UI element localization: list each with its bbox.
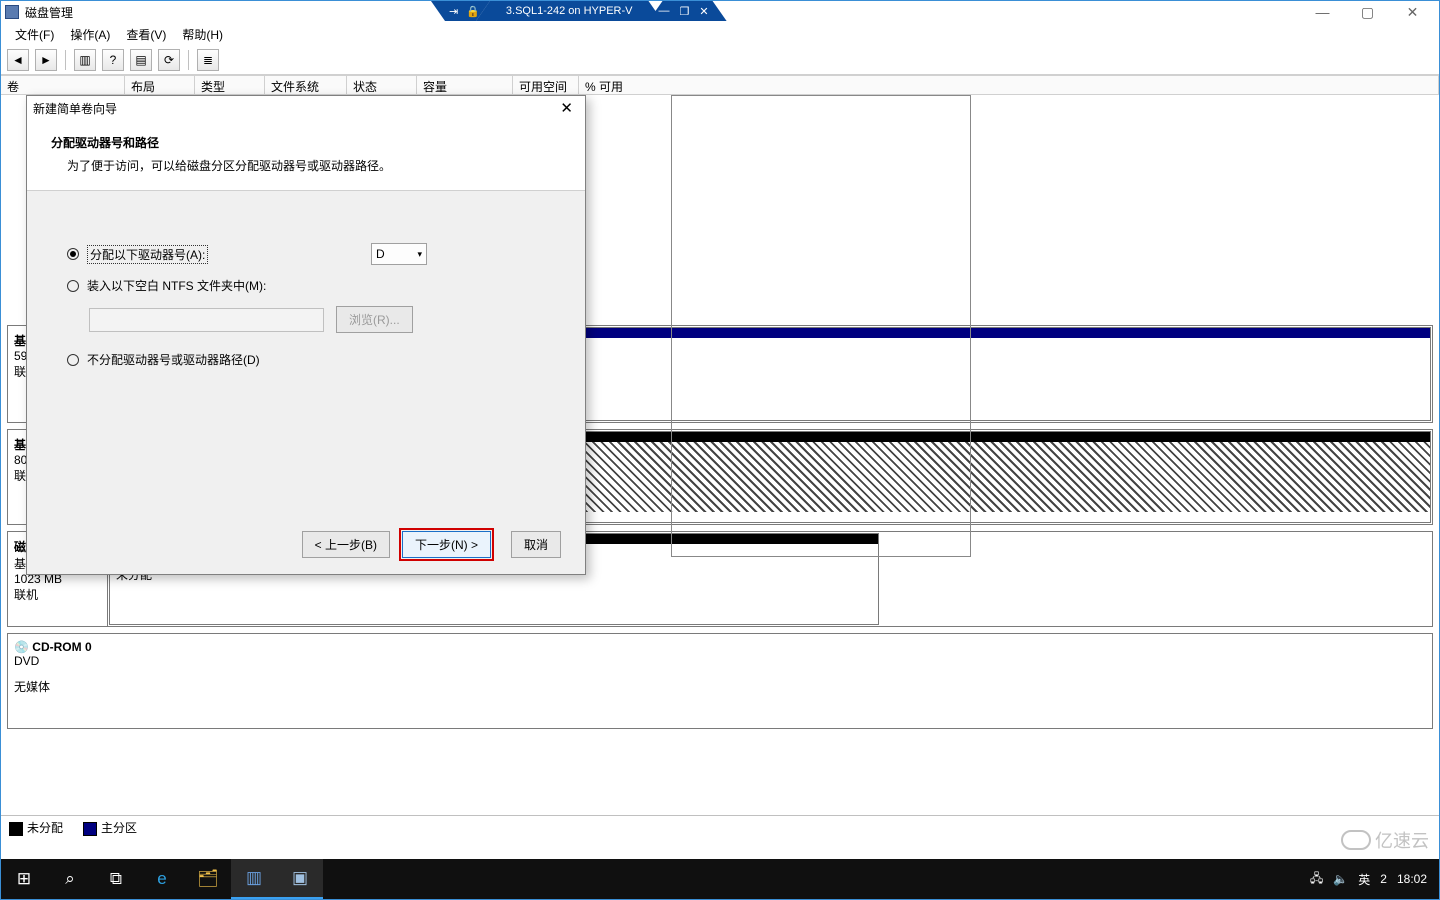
tray-clock[interactable]: 18:02	[1397, 872, 1427, 886]
label-no-assign: 不分配驱动器号或驱动器路径(D)	[87, 351, 260, 368]
panel1-icon[interactable]: ▥	[74, 49, 96, 71]
toolbar: ◄ ► ▥ ? ▤ ⟳ ≣	[1, 45, 1439, 75]
hyperv-task-icon[interactable]: ▣	[277, 859, 323, 899]
tray-volume-icon[interactable]: 🔈	[1333, 872, 1348, 886]
menu-action[interactable]: 操作(A)	[62, 26, 118, 43]
menu-file[interactable]: 文件(F)	[7, 26, 62, 43]
label-assign-letter: 分配以下驱动器号(A):	[87, 245, 208, 264]
wizard-close-icon[interactable]: ✕	[554, 99, 579, 117]
legend-primary: 主分区	[101, 821, 137, 835]
panel2-icon[interactable]: ▤	[130, 49, 152, 71]
hv-window-controls[interactable]: — ❐ ✕	[649, 1, 727, 21]
maximize-button[interactable]: ▢	[1345, 1, 1390, 23]
mount-path-input	[89, 308, 324, 332]
wizard-titlebar[interactable]: 新建简单卷向导 ✕	[27, 96, 585, 120]
wizard-subheading: 为了便于访问，可以给磁盘分区分配驱动器号或驱动器路径。	[51, 157, 561, 174]
back-icon[interactable]: ◄	[7, 49, 29, 71]
col-volume[interactable]: 卷	[1, 76, 125, 94]
taskbar: ⊞ ⌕ ⧉ e 🗂 ▥ ▣ 🖧 🔈 英 2 18:02	[1, 859, 1439, 899]
help-icon[interactable]: ?	[102, 49, 124, 71]
legend-swatch-unalloc	[9, 822, 23, 836]
start-button[interactable]: ⊞	[1, 859, 47, 899]
cancel-button[interactable]: 取消	[511, 531, 561, 558]
ie-icon[interactable]: e	[139, 859, 185, 899]
refresh-icon[interactable]: ⟳	[158, 49, 180, 71]
explorer-icon[interactable]: 🗂	[185, 859, 231, 899]
hv-restore-icon[interactable]: ❐	[680, 5, 690, 18]
legend-swatch-primary	[83, 822, 97, 836]
col-status[interactable]: 状态	[347, 76, 417, 94]
watermark: 亿速云	[1341, 827, 1429, 853]
next-button[interactable]: 下一步(N) >	[402, 531, 491, 558]
diskmgmt-task-icon[interactable]: ▥	[231, 859, 277, 899]
label-mount-folder: 装入以下空白 NTFS 文件夹中(M):	[87, 277, 266, 294]
hyperv-title-bar: ⇥ 🔒 3.SQL1-242 on HYPER-V — ❐ ✕	[431, 1, 727, 21]
disc-icon: 💿	[14, 640, 29, 654]
forward-icon[interactable]: ►	[35, 49, 57, 71]
wizard-title: 新建简单卷向导	[33, 100, 117, 117]
menu-bar: 文件(F) 操作(A) 查看(V) 帮助(H)	[1, 23, 1439, 45]
col-layout[interactable]: 布局	[125, 76, 195, 94]
hv-close-icon[interactable]: ✕	[699, 5, 708, 18]
col-type[interactable]: 类型	[195, 76, 265, 94]
list-icon[interactable]: ≣	[197, 49, 219, 71]
cdrom-label: 💿 CD-ROM 0 DVD 无媒体	[8, 634, 1432, 728]
app-icon	[5, 5, 19, 19]
taskview-icon[interactable]: ⧉	[93, 859, 139, 899]
lock-icon[interactable]: 🔒	[466, 5, 480, 18]
radio-mount-folder[interactable]	[67, 280, 79, 292]
window-title: 磁盘管理	[25, 4, 73, 21]
wizard-header: 分配驱动器号和路径 为了便于访问，可以给磁盘分区分配驱动器号或驱动器路径。	[27, 120, 585, 191]
column-headers: 卷 布局 类型 文件系统 状态 容量 可用空间 % 可用	[1, 75, 1439, 95]
browse-button: 浏览(R)...	[336, 306, 413, 333]
tray-ime[interactable]: 英	[1358, 871, 1370, 888]
app-window: ⇥ 🔒 3.SQL1-242 on HYPER-V — ❐ ✕ 磁盘管理 — ▢…	[0, 0, 1440, 900]
minimize-button[interactable]: —	[1300, 1, 1345, 23]
close-button[interactable]: ✕	[1390, 1, 1435, 23]
legend: 未分配 主分区	[1, 815, 1439, 839]
new-volume-wizard: 新建简单卷向导 ✕ 分配驱动器号和路径 为了便于访问，可以给磁盘分区分配驱动器号…	[26, 95, 586, 575]
search-icon[interactable]: ⌕	[47, 859, 93, 899]
radio-assign-letter[interactable]	[67, 248, 79, 260]
col-pctfree[interactable]: % 可用	[579, 76, 1439, 94]
disk-row-cdrom[interactable]: 💿 CD-ROM 0 DVD 无媒体	[7, 633, 1433, 729]
col-cap[interactable]: 容量	[417, 76, 513, 94]
wizard-heading: 分配驱动器号和路径	[51, 134, 561, 151]
drive-letter-select[interactable]: D ▾	[371, 243, 427, 265]
col-fs[interactable]: 文件系统	[265, 76, 347, 94]
chevron-down-icon: ▾	[417, 249, 422, 260]
hv-title: 3.SQL1-242 on HYPER-V	[476, 1, 663, 21]
menu-help[interactable]: 帮助(H)	[174, 26, 231, 43]
menu-view[interactable]: 查看(V)	[118, 26, 174, 43]
back-button[interactable]: < 上一步(B)	[302, 531, 390, 558]
tray-network-icon[interactable]: 🖧	[1310, 869, 1323, 890]
cloud-icon	[1341, 830, 1371, 850]
tray-ime-num[interactable]: 2	[1380, 872, 1387, 886]
radio-no-assign[interactable]	[67, 354, 79, 366]
hv-minimize-icon[interactable]: —	[659, 5, 670, 17]
col-free[interactable]: 可用空间	[513, 76, 579, 94]
legend-unalloc: 未分配	[27, 821, 63, 835]
drive-letter-value: D	[376, 247, 385, 261]
pin-icon[interactable]: ⇥	[449, 5, 458, 18]
